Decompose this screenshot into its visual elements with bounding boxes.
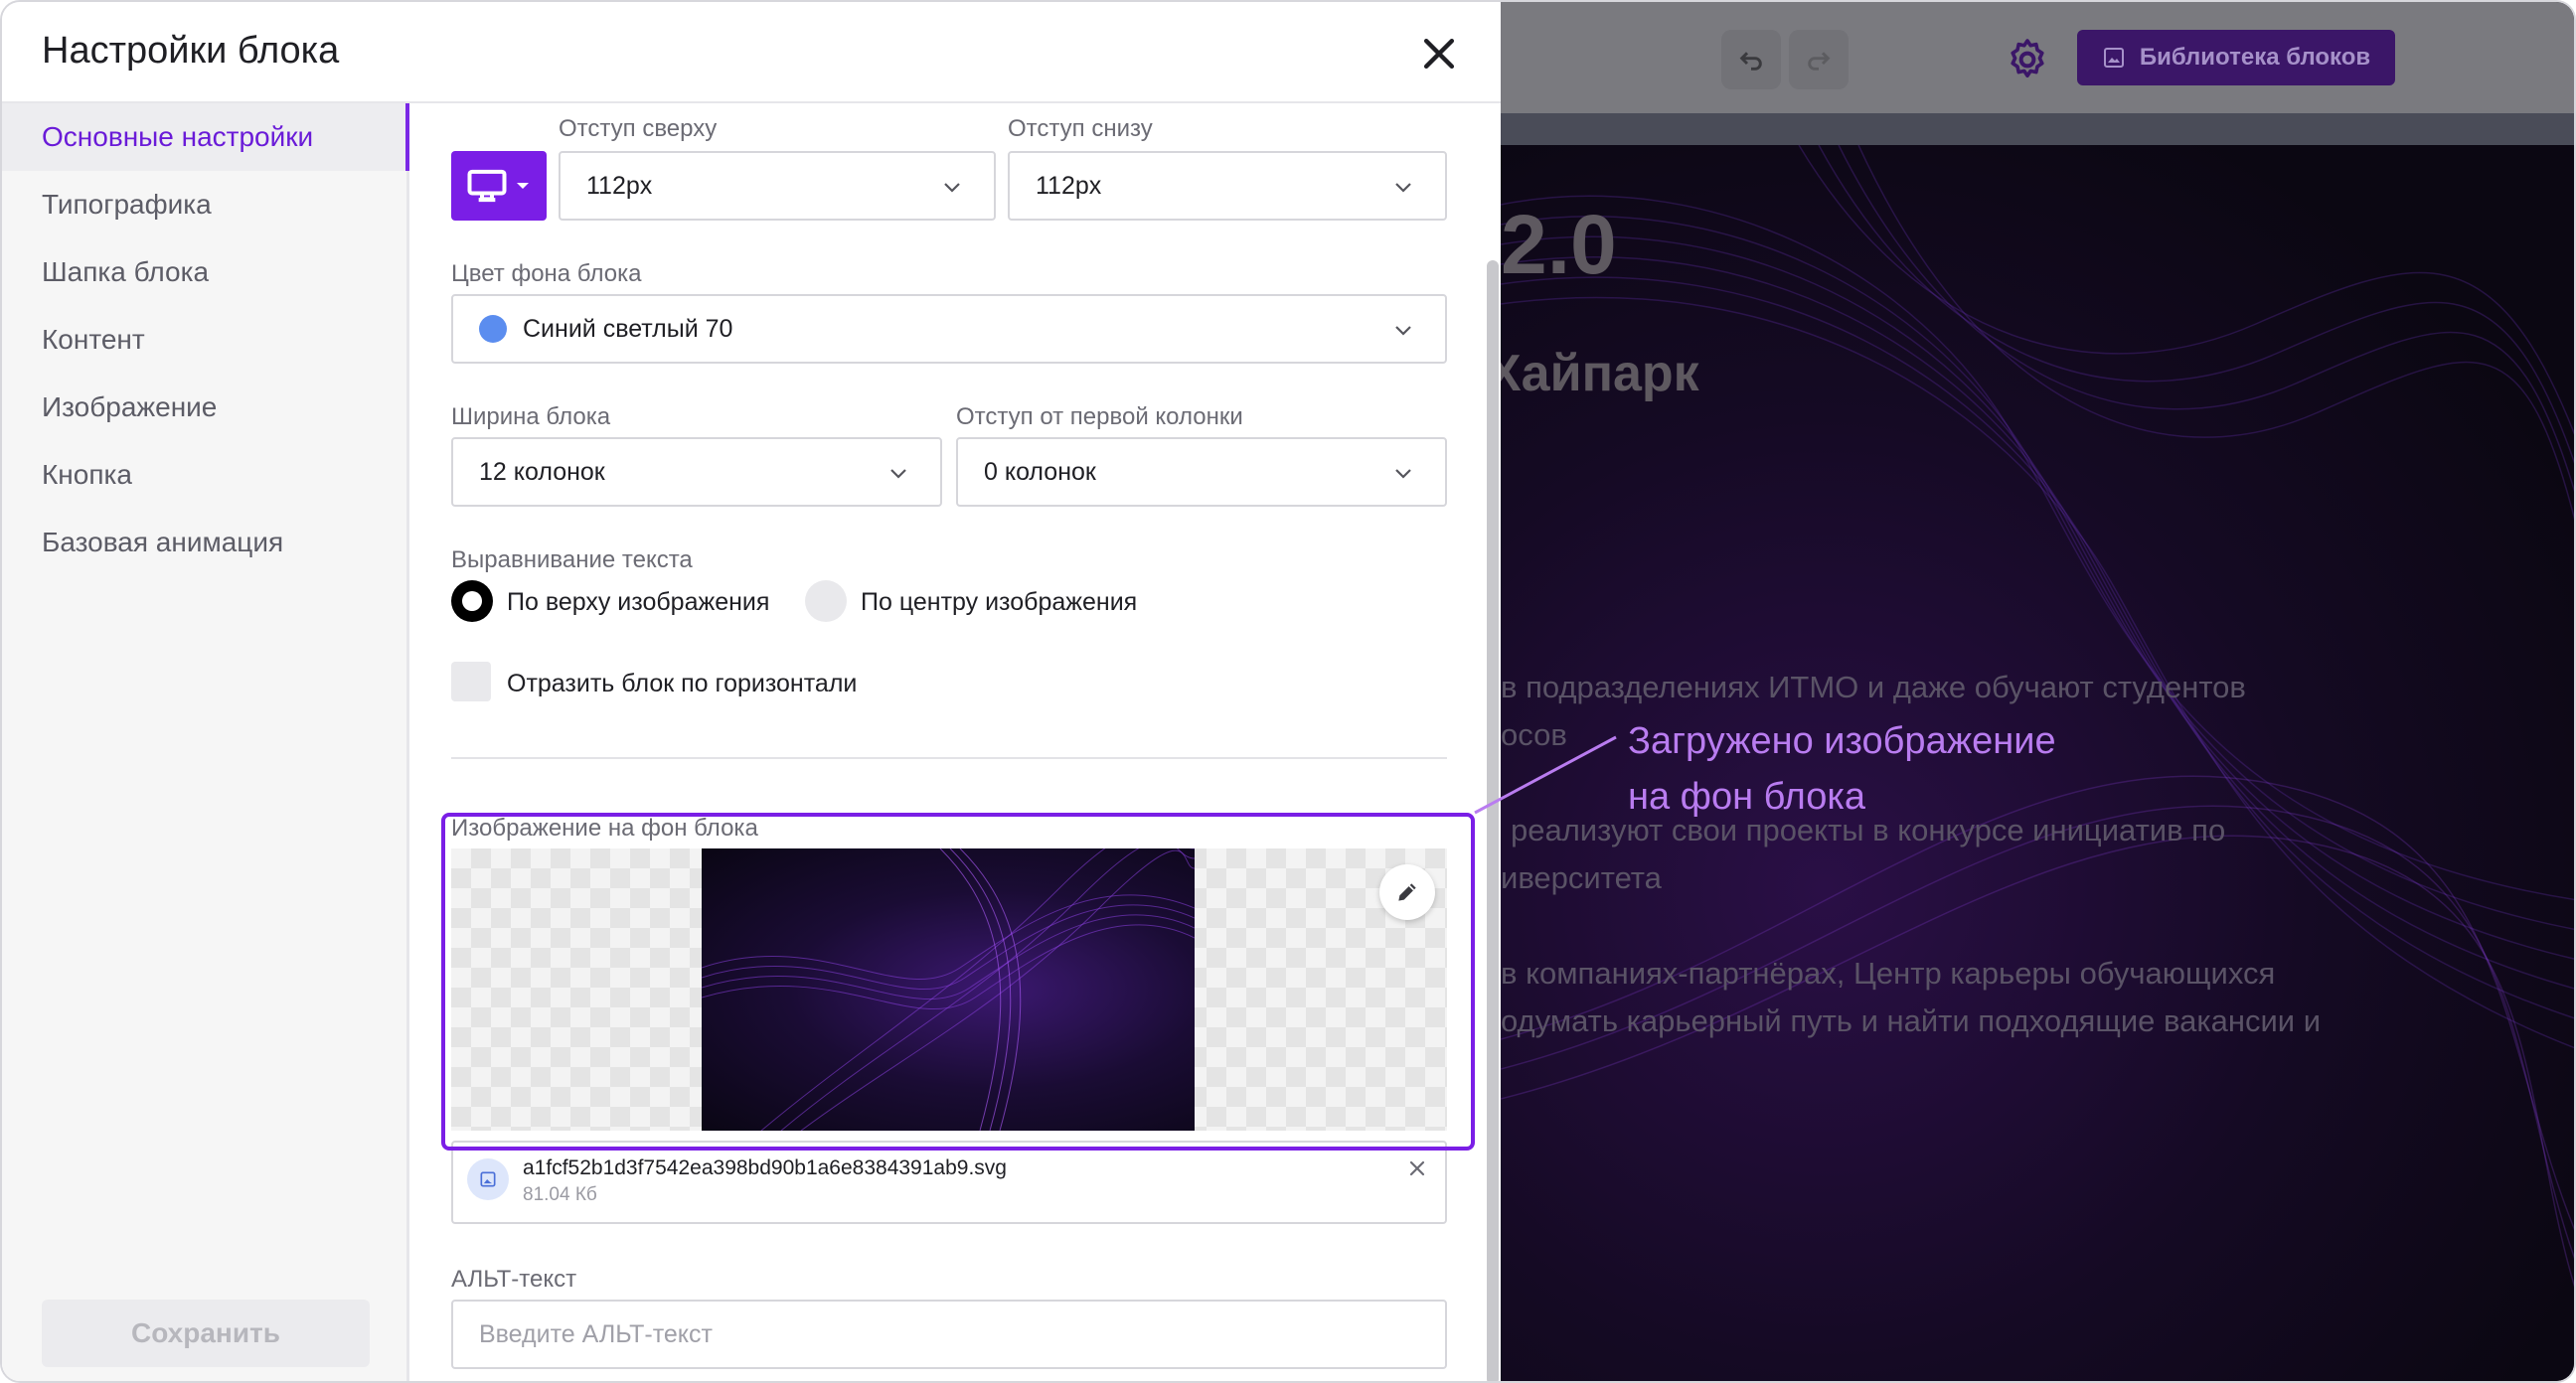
radio-align-center-label: По центру изображения	[861, 588, 1138, 616]
chevron-down-icon	[1395, 183, 1411, 193]
redo-icon	[1808, 52, 1831, 71]
alt-label: АЛЬТ-текст	[451, 1266, 577, 1293]
editor-background: Библиотека блоков 2.0 Хайпарк в подразде…	[1501, 2, 2574, 1381]
text-align-label: Выравнивание текста	[451, 546, 693, 573]
editor-strip	[1501, 113, 2574, 145]
editor-toolbar: Библиотека блоков	[1501, 2, 2574, 113]
color-swatch	[479, 315, 507, 343]
radio-align-top-label: По верху изображения	[507, 588, 770, 616]
preview-heading: 2.0	[1501, 198, 1617, 291]
uploaded-file: a1fcf52b1d3f7542ea398bd90b1a6e8384391ab9…	[451, 1141, 1447, 1224]
preview-text-line: осов	[1501, 717, 1567, 752]
remove-file-icon[interactable]	[1405, 1156, 1429, 1180]
padding-top-value: 112px	[586, 171, 653, 200]
chevron-down-icon	[890, 469, 906, 479]
file-size: 81.04 Кб	[523, 1184, 597, 1205]
chevron-down-icon	[944, 183, 960, 193]
content-scrollbar[interactable]	[1487, 260, 1499, 1381]
chevron-down-icon	[1395, 469, 1411, 479]
close-button[interactable]	[1417, 32, 1461, 76]
preview-text-line: в компаниях-партнёрах, Центр карьеры обу…	[1501, 956, 2276, 991]
file-name: a1fcf52b1d3f7542ea398bd90b1a6e8384391ab9…	[523, 1156, 1007, 1179]
settings-sidebar: Основные настройки Типографика Шапка бло…	[2, 103, 409, 1381]
preview-text-line: в подразделениях ИТМО и даже обучают сту…	[1501, 670, 2246, 704]
chevron-down-icon	[1395, 326, 1411, 336]
block-width-value: 12 колонок	[479, 457, 605, 486]
first-col-offset-value: 0 колонок	[984, 457, 1096, 486]
screen: Библиотека блоков 2.0 Хайпарк в подразде…	[0, 0, 2576, 1383]
gear-icon[interactable]	[2004, 36, 2051, 83]
sidebar-item-animation[interactable]: Базовая анимация	[2, 509, 409, 576]
save-button[interactable]: Сохранить	[42, 1300, 370, 1367]
radio-align-center[interactable]	[805, 580, 847, 622]
padding-top-select[interactable]: 112px	[559, 151, 996, 221]
bg-color-label: Цвет фона блока	[451, 260, 642, 287]
undo-icon	[1739, 52, 1762, 71]
block-width-select[interactable]: 12 колонок	[451, 437, 942, 507]
padding-bottom-label: Отступ снизу	[1008, 115, 1153, 142]
sidebar-item-header[interactable]: Шапка блока	[2, 238, 409, 306]
preview-text-line: одумать карьерный путь и найти подходящи…	[1501, 1003, 2322, 1038]
undo-button[interactable]	[1721, 30, 1781, 89]
annotation-line-2: на фон блока	[1628, 776, 1866, 818]
sidebar-item-content[interactable]: Контент	[2, 306, 409, 374]
mirror-label: Отразить блок по горизонтали	[507, 670, 858, 697]
block-settings-modal: Настройки блока Основные настройки Типог…	[2, 2, 1501, 1381]
sidebar-item-button[interactable]: Кнопка	[2, 441, 409, 509]
monitor-icon	[467, 169, 507, 203]
caret-down-icon	[517, 183, 529, 189]
mirror-checkbox[interactable]	[451, 662, 491, 701]
device-selector-button[interactable]	[451, 151, 547, 221]
block-width-label: Ширина блока	[451, 403, 611, 430]
radio-align-top[interactable]	[451, 580, 493, 622]
first-col-offset-label: Отступ от первой колонки	[956, 403, 1243, 430]
padding-top-label: Отступ сверху	[559, 115, 718, 142]
image-icon	[2103, 48, 2124, 68]
image-highlight-frame	[441, 813, 1475, 1151]
block-library-label: Библиотека блоков	[2139, 44, 2371, 71]
file-image-icon	[467, 1158, 509, 1200]
bg-color-select[interactable]: Синий светлый 70	[451, 294, 1447, 364]
sidebar-item-image[interactable]: Изображение	[2, 374, 409, 441]
bg-color-value: Синий светлый 70	[523, 314, 733, 343]
padding-bottom-value: 112px	[1036, 171, 1102, 200]
redo-button[interactable]	[1789, 30, 1849, 89]
annotation-line-1: Загружено изображение	[1628, 720, 2056, 762]
sidebar-item-typography[interactable]: Типографика	[2, 171, 409, 238]
preview-text-line: иверситета	[1501, 860, 1662, 895]
alt-text-input[interactable]	[451, 1300, 1447, 1369]
annotation-callout: Загружено изображение на фон блока	[1628, 713, 2056, 825]
divider	[451, 757, 1447, 759]
sidebar-item-general[interactable]: Основные настройки	[2, 103, 409, 171]
block-library-button[interactable]: Библиотека блоков	[2077, 30, 2395, 85]
padding-bottom-select[interactable]: 112px	[1008, 151, 1447, 221]
close-icon	[1423, 38, 1455, 70]
first-col-offset-select[interactable]: 0 колонок	[956, 437, 1447, 507]
preview-subheading: Хайпарк	[1501, 345, 1699, 402]
modal-title: Настройки блока	[42, 30, 340, 72]
modal-header: Настройки блока	[2, 2, 1501, 103]
